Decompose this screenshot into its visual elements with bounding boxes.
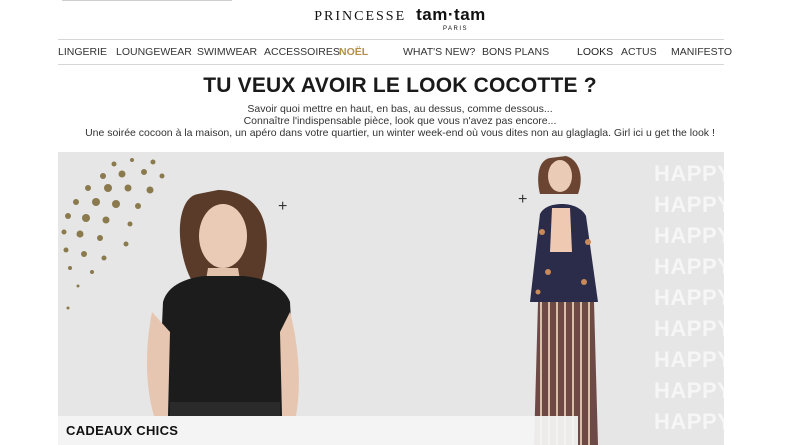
intro-line-2: Connaître l'indispensable pièce, look qu… [243, 115, 557, 127]
model-left-image [147, 190, 299, 416]
happy-background-text: HAPPY HAPPY HAPPY HAPPY HAPPY HAPPY HAPP… [654, 158, 724, 437]
happy-word: HAPPY [654, 378, 724, 403]
hero-caption-bar[interactable]: CADEAUX CHICS [58, 416, 578, 445]
happy-word: HAPPY [654, 347, 724, 372]
model-right-image [530, 156, 598, 445]
happy-word: HAPPY [654, 316, 724, 341]
brand-subtitle: PARIS [443, 26, 469, 32]
intro-line-3: Une soirée cocoon à la maison, un apéro … [85, 127, 715, 139]
nav-item-accessoires[interactable]: ACCESSOIRES [264, 46, 340, 58]
main-nav: LINGERIE LOUNGEWEAR SWIMWEAR ACCESSOIRES… [58, 39, 732, 65]
nav-item-bons-plans[interactable]: BONS PLANS [482, 46, 549, 58]
top-divider [62, 0, 232, 1]
happy-word: HAPPY [654, 223, 724, 248]
nav-item-looks[interactable]: LOOKS [577, 46, 613, 58]
nav-item-swimwear[interactable]: SWIMWEAR [197, 46, 257, 58]
happy-word: HAPPY [654, 192, 724, 217]
intro-line-1: Savoir quoi mettre en haut, en bas, au d… [247, 103, 553, 115]
happy-word: HAPPY [654, 254, 724, 279]
brand-name-right: tam·tam [416, 5, 486, 24]
nav-item-loungewear[interactable]: LOUNGEWEAR [116, 46, 192, 58]
decorative-dots [61, 156, 598, 445]
hero-banner[interactable]: + + HAPPY HAPPY HAPPY HAPPY HAPPY HAPPY … [58, 152, 724, 445]
brand-logo[interactable]: PRINCESSE tam·tam [0, 5, 800, 25]
nav-item-actus[interactable]: ACTUS [621, 46, 657, 58]
nav-item-whats-new[interactable]: WHAT'S NEW? [403, 46, 475, 58]
brand-name-left: PRINCESSE [314, 9, 407, 24]
nav-item-noel[interactable]: NOËL [339, 46, 368, 58]
happy-word: HAPPY [654, 285, 724, 310]
nav-item-manifesto[interactable]: MANIFESTO [671, 46, 732, 58]
plus-hotspot-right[interactable]: + [518, 192, 527, 208]
nav-item-lingerie[interactable]: LINGERIE [58, 46, 107, 58]
happy-word: HAPPY [654, 409, 724, 434]
plus-hotspot-left[interactable]: + [278, 199, 287, 215]
hero-caption: CADEAUX CHICS [66, 423, 179, 438]
happy-word: HAPPY [654, 161, 724, 186]
page-title: TU VEUX AVOIR LE LOOK COCOTTE ? [203, 74, 597, 97]
